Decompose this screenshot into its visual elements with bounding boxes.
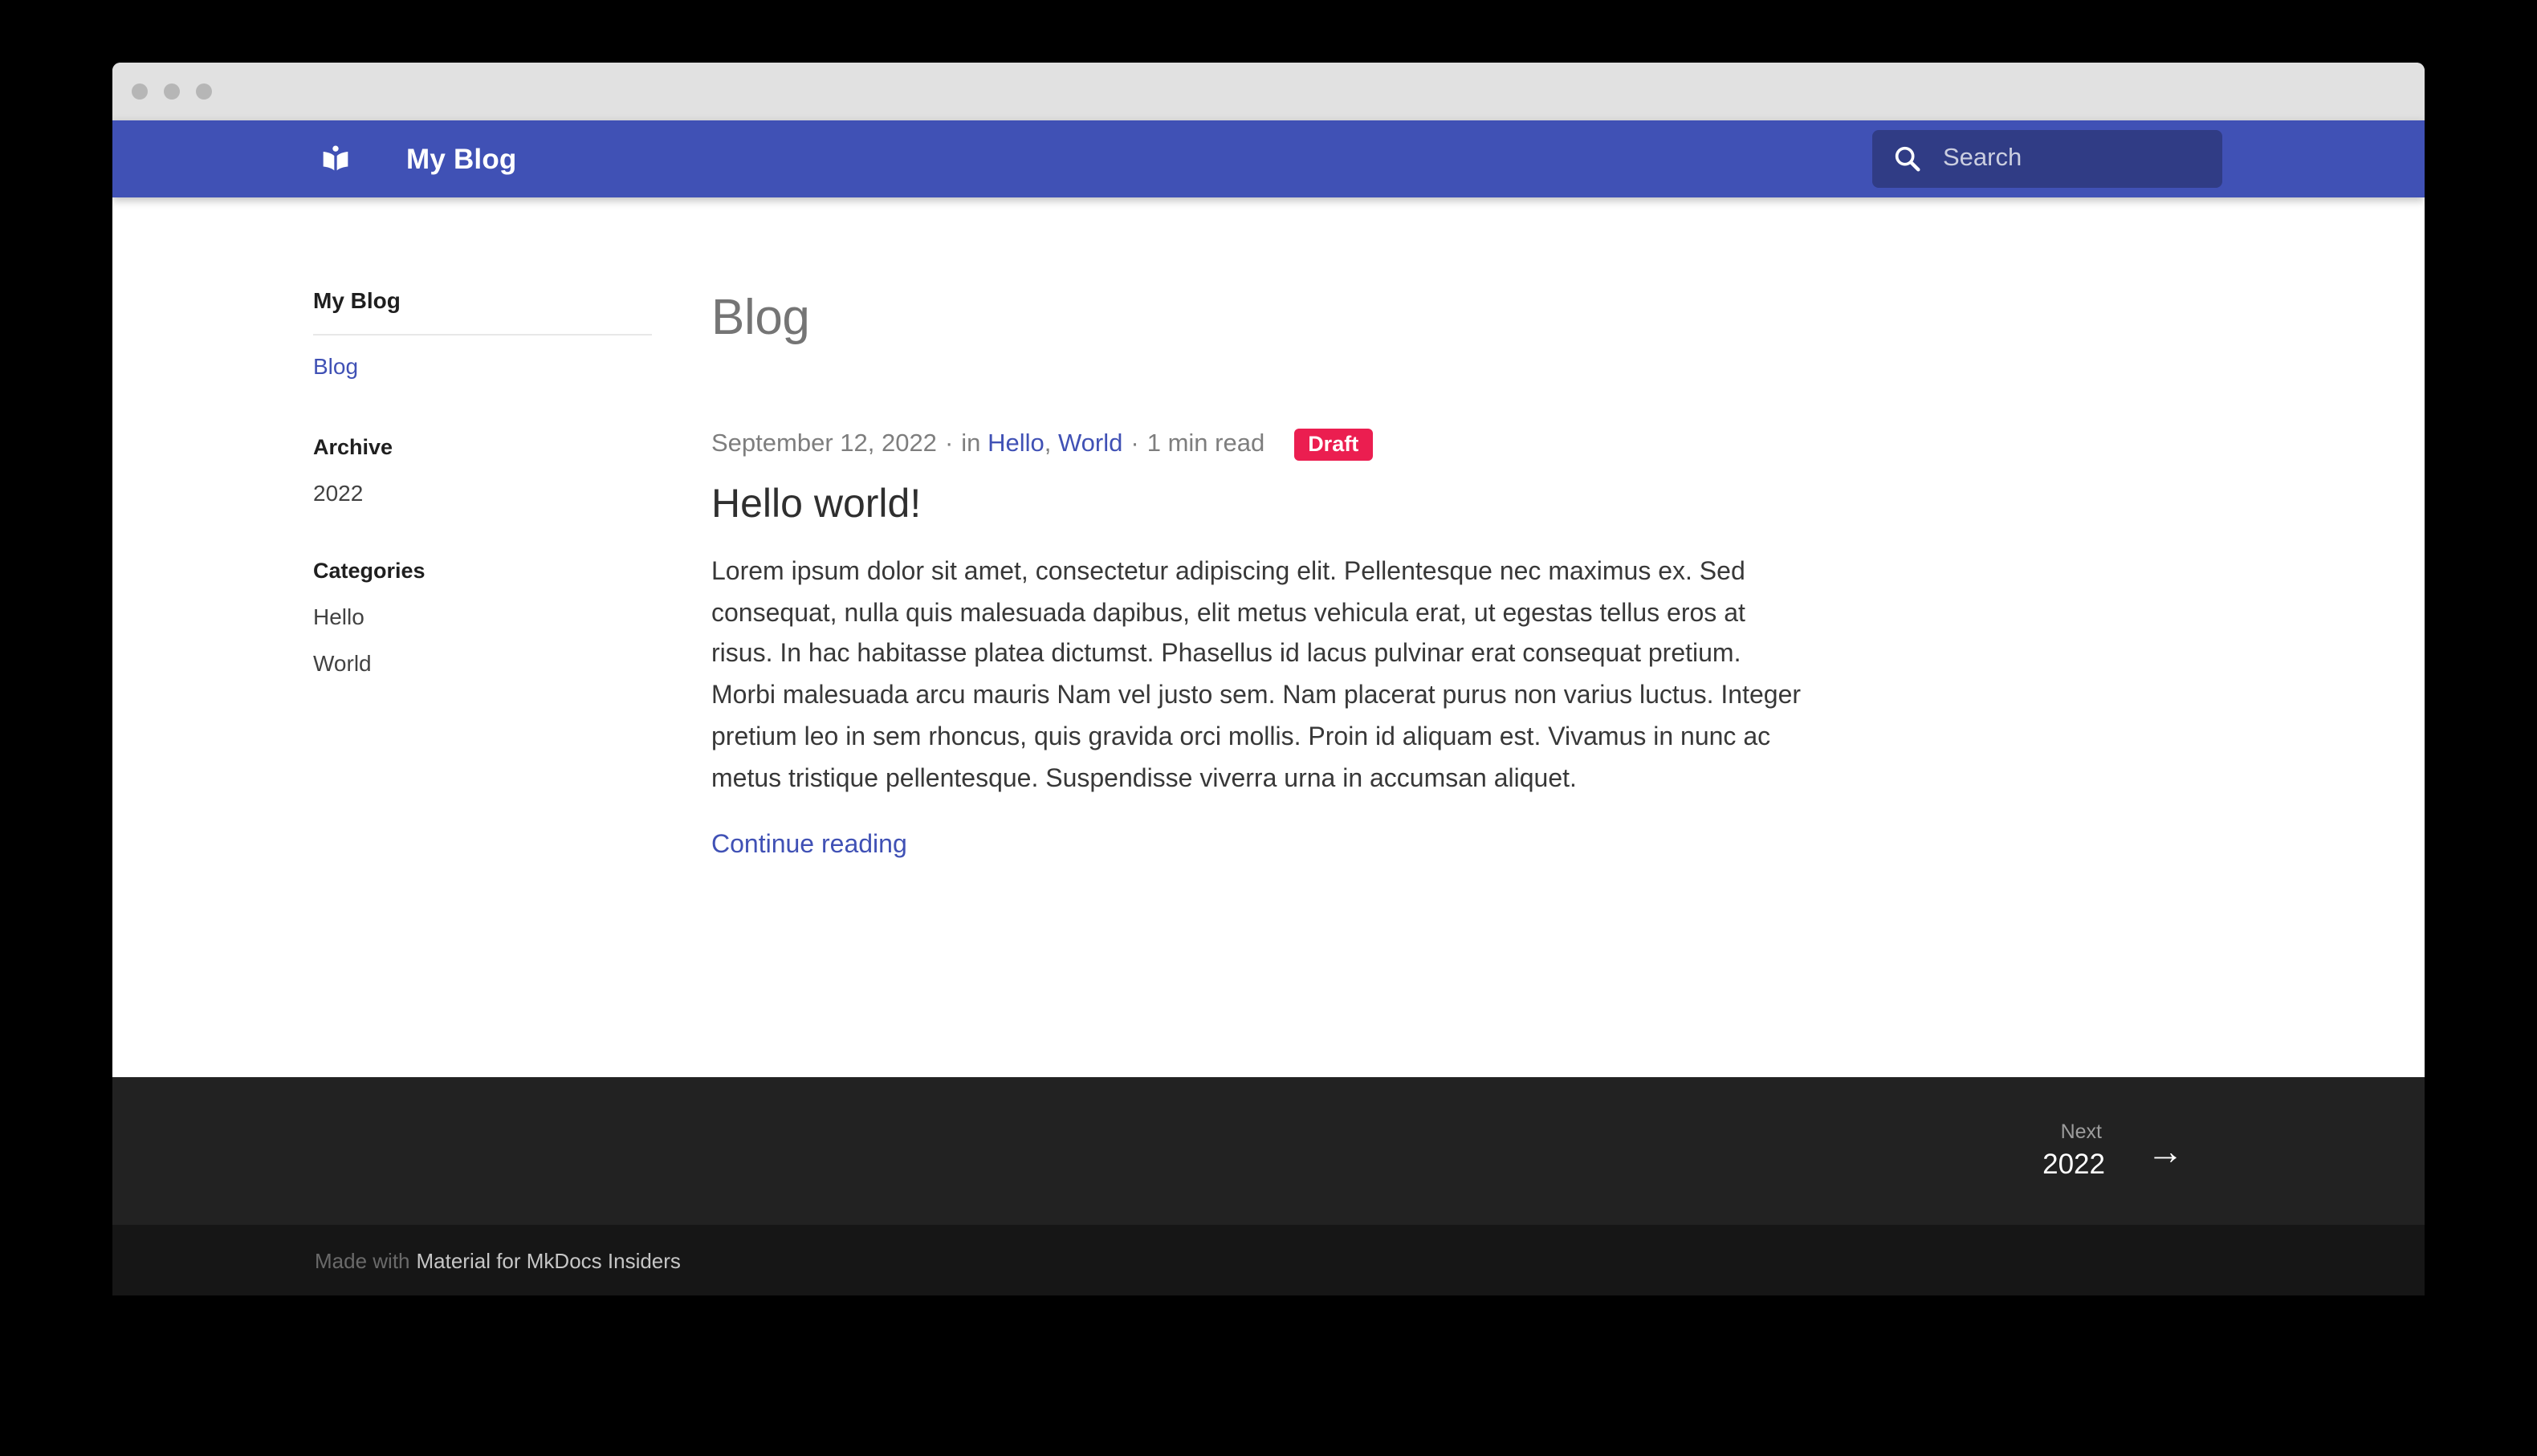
sidebar-item-2022[interactable]: 2022	[313, 480, 690, 506]
footer-meta-bar: Made with Material for MkDocs Insiders	[112, 1225, 2425, 1295]
post-in-label: in	[961, 430, 980, 459]
next-page-link[interactable]: Next 2022 →	[2042, 1120, 2184, 1181]
page-scale-wrapper: My Blog My Blog Blog Archive	[0, 0, 2537, 1456]
page-title: Blog	[711, 289, 1814, 347]
continue-reading-link[interactable]: Continue reading	[711, 832, 907, 860]
search-container	[1872, 130, 2222, 188]
footer-pagination: Next 2022 →	[112, 1077, 2425, 1225]
made-with-label: Made with	[315, 1248, 410, 1272]
sidebar-nav: My Blog Blog Archive 2022 Categories Hel…	[289, 197, 690, 1077]
sidebar-section-categories-title: Categories	[313, 559, 690, 583]
content-area: My Blog Blog Archive 2022 Categories Hel…	[112, 197, 2425, 1077]
next-page-title: 2022	[2042, 1148, 2105, 1181]
next-direction-label: Next	[2042, 1120, 2105, 1143]
post-meta: September 12, 2022 · in Hello, World · 1…	[711, 429, 1814, 461]
post-category-link-hello[interactable]: Hello	[988, 430, 1045, 459]
traffic-light-minimize-icon[interactable]	[164, 83, 180, 100]
meta-separator: ·	[1130, 430, 1138, 459]
sidebar-divider	[313, 334, 652, 336]
open-book-person-icon[interactable]	[320, 143, 352, 175]
post-title[interactable]: Hello world!	[711, 482, 1814, 528]
post-date: September 12, 2022	[711, 430, 937, 459]
traffic-light-close-icon[interactable]	[132, 83, 148, 100]
sidebar-site-title: My Blog	[313, 287, 690, 313]
header-site-title[interactable]: My Blog	[406, 142, 517, 176]
sidebar-section-archive-title: Archive	[313, 435, 690, 459]
sidebar-item-hello[interactable]: Hello	[313, 604, 690, 629]
arrow-right-icon: →	[2147, 1133, 2184, 1169]
next-page-text: Next 2022	[2042, 1120, 2105, 1181]
footer-pagination-inner: Next 2022 →	[289, 1077, 2248, 1225]
browser-window: My Blog My Blog Blog Archive	[112, 63, 2425, 1295]
meta-separator: ·	[945, 430, 953, 459]
post-read-time: 1 min read	[1147, 430, 1264, 459]
content-grid: My Blog Blog Archive 2022 Categories Hel…	[289, 197, 2248, 1077]
traffic-light-zoom-icon[interactable]	[196, 83, 212, 100]
post-category-link-world[interactable]: World	[1058, 430, 1122, 459]
main-column: Blog September 12, 2022 · in Hello, Worl…	[690, 197, 1814, 1077]
browser-titlebar	[112, 63, 2425, 120]
post-excerpt: Lorem ipsum dolor sit amet, consectetur …	[711, 552, 1810, 799]
sidebar-item-blog[interactable]: Blog	[313, 353, 358, 379]
app-header: My Blog	[112, 120, 2425, 197]
draft-status-badge: Draft	[1293, 429, 1373, 461]
app-header-inner: My Blog	[289, 120, 2248, 197]
mkdocs-brand-link[interactable]: Material for MkDocs Insiders	[417, 1248, 681, 1272]
sidebar-item-world[interactable]: World	[313, 650, 690, 676]
category-separator: ,	[1045, 430, 1052, 459]
footer-meta-inner: Made with Material for MkDocs Insiders	[289, 1225, 2248, 1295]
search-input[interactable]	[1872, 130, 2222, 188]
